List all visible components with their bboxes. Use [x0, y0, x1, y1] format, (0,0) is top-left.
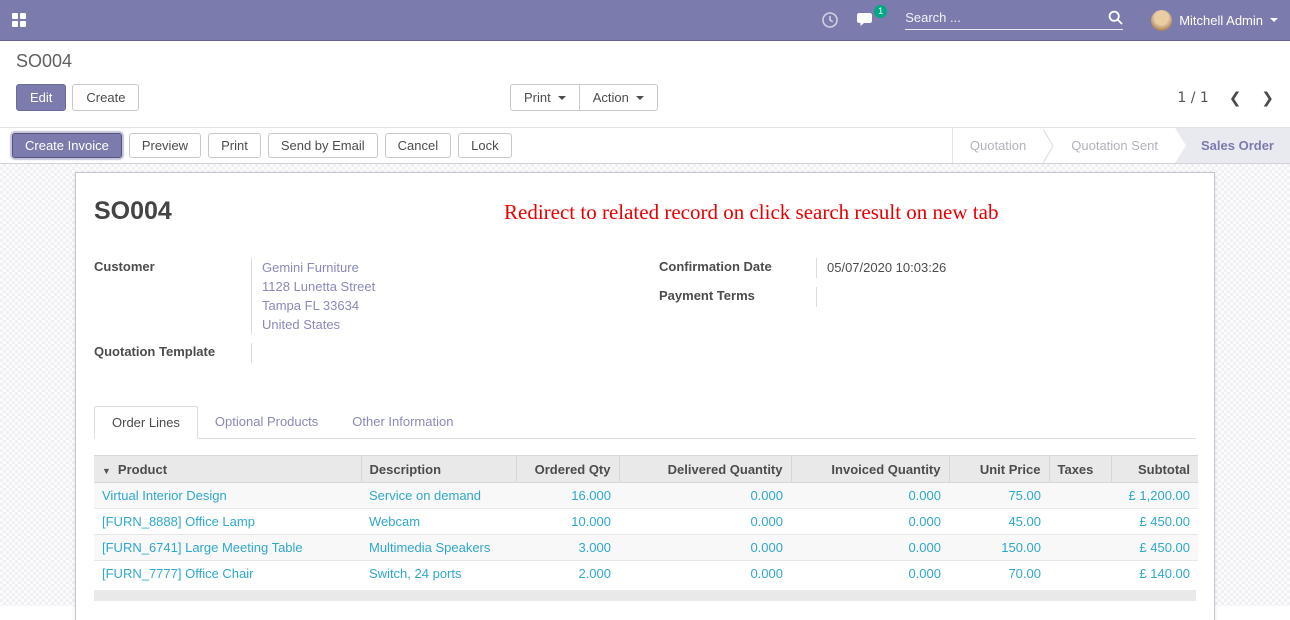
messages-count-badge: 1: [874, 5, 887, 18]
apps-menu-icon[interactable]: [12, 13, 27, 28]
customer-label: Customer: [94, 258, 251, 334]
tab-optional-products[interactable]: Optional Products: [198, 406, 335, 439]
user-menu-caret-icon: [1270, 18, 1278, 22]
status-step-sales-order[interactable]: Sales Order: [1175, 128, 1290, 163]
tab-order-lines[interactable]: Order Lines: [94, 406, 198, 439]
payment-terms-label: Payment Terms: [659, 287, 816, 307]
pager: 1 / 1 ❮ ❯: [1177, 89, 1274, 107]
table-row[interactable]: [FURN_8888] Office LampWebcam 10.0000.00…: [94, 509, 1198, 535]
payment-terms-value[interactable]: [816, 287, 1196, 307]
confirmation-date-value: 05/07/2020 10:03:26: [816, 258, 1196, 278]
customer-city: Tampa FL 33634: [262, 296, 631, 315]
create-button[interactable]: Create: [72, 84, 139, 111]
sheet: SO004 Redirect to related record on clic…: [75, 172, 1215, 620]
table-header-row: ▼Product Description Ordered Qty Deliver…: [94, 456, 1198, 483]
quotation-template-label: Quotation Template: [94, 343, 251, 363]
table-row[interactable]: [FURN_6741] Large Meeting TableMultimedi…: [94, 535, 1198, 561]
control-panel: SO004 Edit Create Print Action 1 / 1 ❮ ❯: [0, 41, 1290, 128]
activity-clock-icon[interactable]: [821, 11, 839, 29]
column-options-caret-icon[interactable]: ▼: [102, 466, 111, 476]
quotation-template-value[interactable]: [251, 343, 631, 363]
table-footer-strip: [94, 590, 1196, 601]
top-navbar: 1 Mitchell Admin: [0, 0, 1290, 41]
field-quotation-template: Quotation Template: [94, 343, 631, 363]
table-row[interactable]: [FURN_7777] Office ChairSwitch, 24 ports…: [94, 561, 1198, 587]
pager-next-icon[interactable]: ❯: [1261, 89, 1274, 107]
print-button[interactable]: Print: [208, 133, 261, 158]
search-input[interactable]: [905, 10, 1108, 25]
global-search: [905, 10, 1123, 30]
customer-name-link[interactable]: Gemini Furniture: [262, 258, 631, 277]
form-view-background: SO004 Redirect to related record on clic…: [0, 164, 1290, 606]
breadcrumb[interactable]: SO004: [16, 51, 1274, 72]
tab-other-information[interactable]: Other Information: [335, 406, 470, 439]
status-step-quotation[interactable]: Quotation: [953, 128, 1043, 163]
print-caret-icon: [558, 96, 566, 100]
customer-country: United States: [262, 315, 631, 334]
lock-button[interactable]: Lock: [458, 133, 511, 158]
order-lines-table: ▼Product Description Ordered Qty Deliver…: [94, 455, 1198, 587]
statusbar: Create Invoice Preview Print Send by Ema…: [0, 128, 1290, 164]
annotation-text: Redirect to related record on click sear…: [504, 200, 998, 225]
field-grid: Customer Gemini Furniture 1128 Lunetta S…: [94, 258, 1196, 372]
status-step-quotation-sent[interactable]: Quotation Sent: [1054, 128, 1175, 163]
notebook-tabs: Order Lines Optional Products Other Info…: [94, 405, 1196, 439]
preview-button[interactable]: Preview: [129, 133, 201, 158]
send-by-email-button[interactable]: Send by Email: [268, 133, 378, 158]
field-customer: Customer Gemini Furniture 1128 Lunetta S…: [94, 258, 631, 334]
pager-previous-icon[interactable]: ❮: [1229, 89, 1242, 107]
field-confirmation-date: Confirmation Date 05/07/2020 10:03:26: [659, 258, 1196, 278]
step-separator-icon: [1043, 128, 1054, 163]
action-dropdown-button[interactable]: Action: [579, 84, 658, 111]
print-dropdown-button[interactable]: Print: [510, 84, 580, 111]
customer-street: 1128 Lunetta Street: [262, 277, 631, 296]
table-row[interactable]: Virtual Interior DesignService on demand…: [94, 483, 1198, 509]
confirmation-date-label: Confirmation Date: [659, 258, 816, 278]
user-menu[interactable]: Mitchell Admin: [1151, 10, 1278, 31]
user-avatar: [1151, 10, 1172, 31]
edit-button[interactable]: Edit: [16, 84, 66, 111]
user-name: Mitchell Admin: [1179, 13, 1263, 28]
field-payment-terms: Payment Terms: [659, 287, 1196, 307]
messages-icon[interactable]: 1: [857, 12, 877, 29]
pager-counter: 1 / 1: [1177, 90, 1208, 106]
action-caret-icon: [636, 96, 644, 100]
search-icon[interactable]: [1108, 10, 1123, 25]
cancel-button[interactable]: Cancel: [385, 133, 451, 158]
create-invoice-button[interactable]: Create Invoice: [12, 133, 122, 158]
status-steps: Quotation Quotation Sent Sales Order: [952, 128, 1290, 163]
